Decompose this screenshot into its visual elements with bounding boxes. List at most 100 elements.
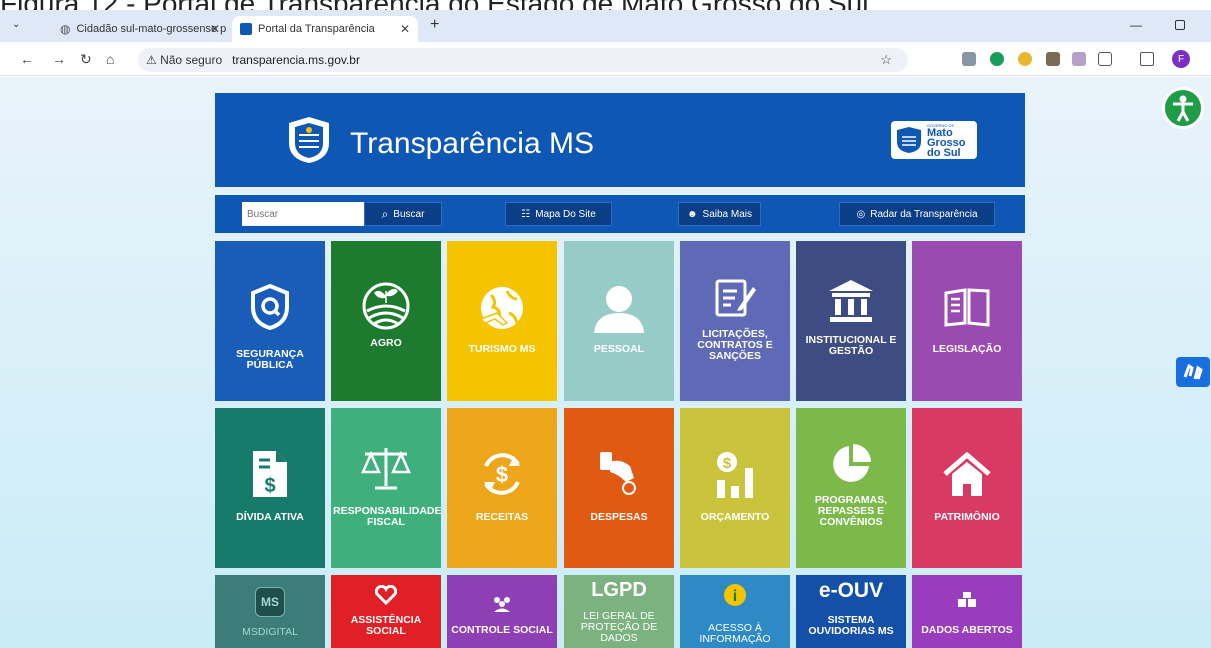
tile-agro[interactable]: AGRO [331,241,441,401]
tab-title: Portal da Transparência [258,23,375,35]
eouv-title: e-OUV [818,579,884,602]
tile-responsabilidade-fiscal[interactable]: RESPONSABILIDADE FISCAL [331,408,442,568]
profile-avatar[interactable]: F [1172,50,1190,68]
back-icon[interactable]: ← [20,51,34,67]
tile-label: AGRO [370,337,402,349]
bookmark-star-icon[interactable]: ☆ [880,52,892,68]
search-input[interactable] [242,202,364,226]
government-logo[interactable]: GOVERNO DE Mato Grosso do Sul [891,121,977,159]
tile-label: PATRIMÔNIO [934,511,1000,523]
accessibility-button[interactable] [1162,87,1204,129]
site-header: Transparência MS GOVERNO DE Mato Grosso … [215,93,1025,187]
document-dollar-icon: $ [253,451,287,497]
tile-label: SEGURANÇA PÚBLICA [236,348,304,371]
tile-dados-abertos[interactable]: DADOS ABERTOS [912,575,1022,648]
tile-divida-ativa[interactable]: $ DÍVIDA ATIVA [215,408,325,568]
url-field[interactable]: ⚠ Não seguro transparencia.ms.gov.br ☆ [138,48,908,72]
security-warning[interactable]: ⚠ Não seguro [146,53,222,67]
search-icon: ⌕ [381,206,389,221]
globe-plane-icon [479,287,523,329]
tile-programas[interactable]: PROGRAMAS, REPASSES E CONVÊNIOS [796,408,906,568]
tile-label: SISTEMA OUVIDORIAS MS [808,614,894,637]
extension-icon[interactable] [1018,52,1032,66]
budget-chart-icon: $ [717,452,753,498]
tile-receitas[interactable]: $ RECEITAS [447,408,557,568]
tile-legislacao[interactable]: LEGISLAÇÃO [912,241,1022,401]
plant-globe-icon [362,282,410,330]
tile-orcamento[interactable]: $ ORÇAMENTO [680,408,790,568]
tile-msdigital[interactable]: MS MSDIGITAL [215,575,325,648]
state-crest-icon [289,117,329,163]
tile-institucional[interactable]: INSTITUCIONAL E GESTÃO [796,241,906,401]
tile-lgpd[interactable]: LGPD LEI GERAL DE PROTEÇÃO DE DADOS [564,575,674,648]
extension-icon[interactable] [990,52,1004,66]
tile-label: LEGISLAÇÃO [932,343,1002,355]
tab-list-chevron-icon[interactable]: ⌄ [12,19,20,30]
sign-language-button[interactable] [1176,357,1210,387]
tile-turismo-ms[interactable]: TURISMO MS [447,241,557,401]
url-text: transparencia.ms.gov.br [232,53,360,67]
sitemap-label: Mapa Do Site [535,208,596,220]
home-icon[interactable]: ⌂ [106,51,114,67]
extension-icon[interactable] [1046,52,1060,66]
extension-icon[interactable] [962,52,976,66]
cast-icon[interactable] [1140,52,1154,66]
forward-icon[interactable]: → [52,51,66,67]
about-label: Saiba Mais [702,208,752,220]
search-button-label: Buscar [393,208,425,220]
tab-portal-transparencia[interactable]: Portal da Transparência ✕ [232,16,418,42]
tile-assistencia-social[interactable]: ASSISTÊNCIA SOCIAL [331,575,441,648]
restore-icon[interactable] [1175,20,1185,30]
tile-label: ACESSO À INFORMAÇÃO [699,622,771,645]
gov-logo-line: do Sul [927,146,961,159]
tile-patrimonio[interactable]: PATRIMÔNIO [912,408,1022,568]
money-cycle-icon: $ [484,453,520,495]
tile-acesso-informacao[interactable]: i ACESSO À INFORMAÇÃO [680,575,790,648]
close-tab-icon[interactable]: ✕ [210,22,220,36]
scales-icon [361,448,411,490]
site-title: Transparência MS [350,127,594,160]
site-toolbar: ⌕ Buscar ☷ Mapa Do Site ☻ Saiba Mais ◎ R… [215,195,1025,233]
extensions-puzzle-icon[interactable] [1098,52,1112,66]
globe-icon: ◍ [60,22,71,36]
tile-label: RESPONSABILIDADE FISCAL [333,505,442,528]
search-button[interactable]: ⌕ Buscar [364,202,442,226]
hands-icon [1183,363,1203,380]
svg-text:i: i [733,588,737,605]
state-crest-small-icon [897,127,921,153]
tile-label: DÍVIDA ATIVA [236,511,304,523]
tile-label: ORÇAMENTO [700,511,770,523]
tile-licitacoes[interactable]: LICITAÇÕES, CONTRATOS E SANÇÕES [680,241,790,401]
tab-cidadao[interactable]: ◍ Cidadão sul-mato-grossense p ✕ [52,16,228,42]
tile-despesas[interactable]: DESPESAS [564,408,674,568]
svg-text:$: $ [723,455,732,472]
extension-icon[interactable] [1072,52,1086,66]
favicon-icon [240,23,252,35]
tile-label: DESPESAS [590,511,648,523]
svg-text:$: $ [496,462,508,487]
minimize-icon[interactable]: — [1130,18,1142,32]
radar-button[interactable]: ◎ Radar da Transparência [839,202,995,226]
close-tab-icon[interactable]: ✕ [400,22,410,36]
page-content: Transparência MS GOVERNO DE Mato Grosso … [0,77,1211,648]
institution-building-icon [829,280,873,322]
about-button[interactable]: ☻ Saiba Mais [678,202,761,226]
tile-label: LEI GERAL DE PROTEÇÃO DE DADOS [580,610,658,644]
sitemap-icon: ☷ [521,208,531,220]
tile-pessoal[interactable]: PESSOAL [564,241,674,401]
new-tab-button[interactable]: + [430,16,439,34]
tile-label: TURISMO MS [468,343,536,355]
tile-controle-social[interactable]: CONTROLE SOCIAL [447,575,557,648]
shield-search-icon [251,283,289,331]
tab-title: Cidadão sul-mato-grossense p [76,23,227,35]
info-icon: i [724,584,746,606]
tile-e-ouv[interactable]: e-OUV SISTEMA OUVIDORIAS MS [796,575,906,648]
reload-icon[interactable]: ↻ [80,51,92,68]
lgpd-title: LGPD [591,579,647,601]
open-book-icon [944,288,990,327]
accessibility-icon [1173,95,1193,122]
data-cubes-icon [958,592,976,607]
sitemap-button[interactable]: ☷ Mapa Do Site [505,202,612,226]
tile-label: RECEITAS [475,511,529,523]
tile-seguranca-publica[interactable]: SEGURANÇA PÚBLICA [215,241,325,401]
